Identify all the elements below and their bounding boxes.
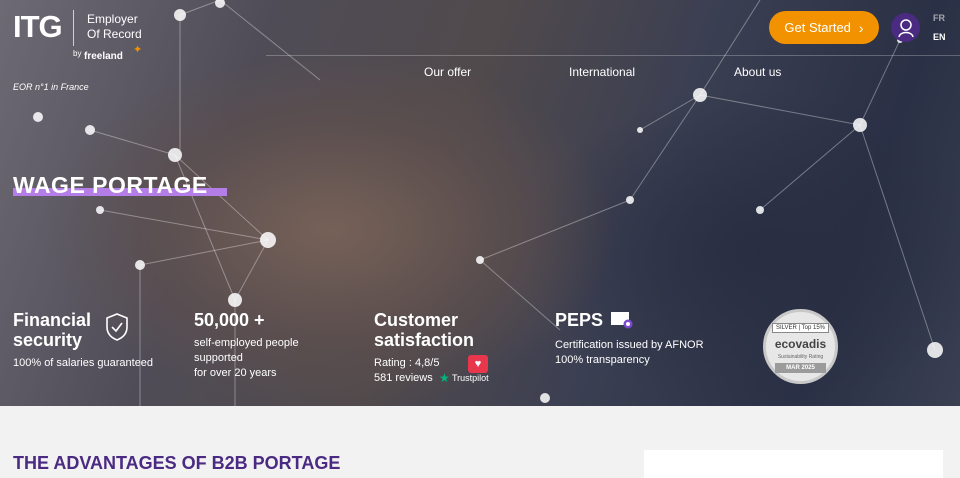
stat-text-line: for over 20 years <box>194 367 277 379</box>
butterfly-icon: ✦ <box>133 44 143 56</box>
stat-text-line: Certification issued by AFNOR <box>555 339 704 351</box>
stat-satisfaction-title: Customer satisfaction <box>374 310 474 350</box>
shield-check-icon <box>106 313 128 341</box>
ecovadis-name: ecovadis <box>774 337 827 351</box>
stat-title-line: Customer <box>374 310 459 330</box>
heart-icon: ♥ <box>468 355 488 373</box>
header-divider <box>266 55 960 56</box>
trustpilot-star-icon: ★ <box>439 371 450 385</box>
stat-title-line: security <box>13 330 83 350</box>
lang-en-link[interactable]: EN <box>933 32 946 42</box>
nav-international[interactable]: International <box>569 65 635 79</box>
nav-about-us[interactable]: About us <box>734 65 781 79</box>
stat-financial-title: Financial security <box>13 310 91 350</box>
user-icon <box>897 18 914 37</box>
user-account-button[interactable] <box>891 13 920 42</box>
lang-fr-link[interactable]: FR <box>933 13 945 23</box>
hero-banner: ITG Employer Of Record by freeland ✦ EOR… <box>0 0 960 406</box>
stat-rating-text: Rating : 4,8/5 <box>374 357 440 369</box>
tagline: EOR n°1 in France <box>13 82 89 92</box>
logo-by: by <box>73 49 82 58</box>
nav-our-offer[interactable]: Our offer <box>424 65 471 79</box>
get-started-label: Get Started <box>784 20 851 35</box>
ecovadis-badge: SILVER | Top 15% ecovadis Sustainability… <box>763 309 838 384</box>
trustpilot-logo[interactable]: Trustpilot <box>452 373 489 383</box>
logo-partner: freeland <box>84 51 123 62</box>
stat-reviews-text: 581 reviews <box>374 372 433 384</box>
stat-title-line: satisfaction <box>374 330 475 350</box>
chevron-right-icon: › <box>858 19 864 36</box>
hero-title-wrap: WAGE PORTAGE <box>13 172 227 199</box>
stat-financial-text: 100% of salaries guaranteed <box>13 357 154 369</box>
logo-subtitle-line1: Employer <box>87 12 138 26</box>
stat-text-line: supported <box>194 352 243 364</box>
stat-peps-text: Certification issued by AFNOR 100% trans… <box>555 338 704 368</box>
certificate-icon <box>611 312 633 329</box>
logo-subtitle-line2: Of Record <box>87 27 142 41</box>
ecovadis-rating-label: Sustainability Rating <box>777 354 824 360</box>
get-started-button[interactable]: Get Started › <box>769 11 879 44</box>
ecovadis-rank: SILVER | Top 15% <box>772 323 829 333</box>
stat-people-title: 50,000 + <box>194 310 265 330</box>
stat-people-text: self-employed people supported for over … <box>194 336 299 381</box>
stat-text-line: 100% transparency <box>555 354 650 366</box>
logo-divider <box>73 10 74 46</box>
stat-text-line: self-employed people <box>194 337 299 349</box>
stat-peps-title: PEPS <box>555 310 604 330</box>
logo-subtitle: Employer Of Record <box>87 12 142 42</box>
section-title: THE ADVANTAGES OF B2B PORTAGE <box>13 453 341 473</box>
stat-title-line: Financial <box>13 310 92 330</box>
logo-brand[interactable]: ITG <box>13 9 63 45</box>
hero-title: WAGE PORTAGE <box>13 172 208 198</box>
ecovadis-date: MAR 2025 <box>775 363 826 373</box>
content-card <box>644 450 943 478</box>
